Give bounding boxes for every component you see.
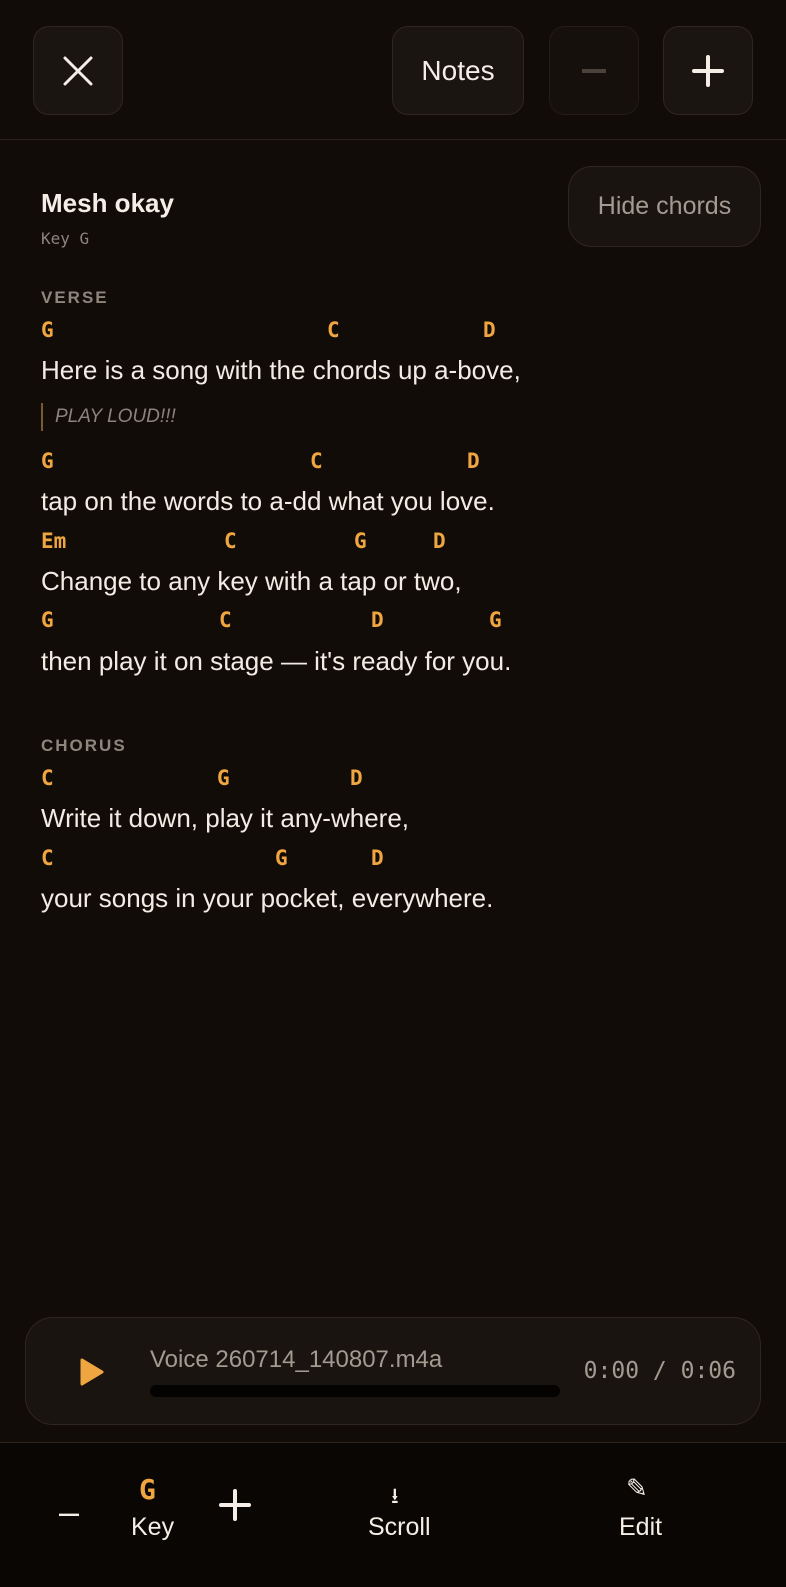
chord-row: Em C G D <box>41 529 741 555</box>
key-up-button[interactable] <box>219 1489 251 1521</box>
close-icon <box>63 56 93 85</box>
minus-icon <box>582 68 606 73</box>
chord[interactable]: C <box>310 449 323 473</box>
key-label: Key <box>131 1513 175 1541</box>
playback-progress[interactable] <box>150 1385 560 1397</box>
key-down-button[interactable]: – <box>56 1491 82 1533</box>
lyric-line[interactable]: Write it down, play it any-where, <box>41 803 409 834</box>
chord[interactable]: C <box>327 318 340 342</box>
plus-icon <box>692 54 724 87</box>
edit-label[interactable]: Edit <box>619 1513 662 1542</box>
lyric-line[interactable]: your songs in your pocket, everywhere. <box>41 883 493 914</box>
chord-row: C G D <box>41 846 741 872</box>
chord-row: G C D <box>41 449 741 475</box>
scroll-icon[interactable]: ⭳ <box>391 1479 399 1517</box>
song-header: Mesh okay Key G <box>41 188 174 248</box>
chord[interactable]: G <box>41 318 54 342</box>
hide-chords-button[interactable]: Hide chords <box>568 166 761 247</box>
edit-icon[interactable]: ✎ <box>626 1473 648 1504</box>
close-button[interactable] <box>33 26 123 115</box>
chord-row: G C D <box>41 318 741 344</box>
top-toolbar: Notes <box>0 0 786 140</box>
chord[interactable]: C <box>224 529 237 553</box>
section-label-chorus: CHORUS <box>41 736 127 755</box>
chord[interactable]: G <box>41 449 54 473</box>
chord[interactable]: D <box>371 846 384 870</box>
decrease-size-button[interactable] <box>549 26 639 115</box>
notes-button[interactable]: Notes <box>392 26 524 115</box>
chord[interactable]: D <box>371 608 384 632</box>
lyric-line[interactable]: Change to any key with a tap or two, <box>41 566 462 597</box>
playback-time: 0:00 / 0:06 <box>583 1358 736 1384</box>
chord[interactable]: G <box>217 766 230 790</box>
section-label-verse: VERSE <box>41 288 109 307</box>
increase-size-button[interactable] <box>663 26 753 115</box>
song-key: Key G <box>41 229 90 248</box>
lyric-line[interactable]: tap on the words to a-dd what you love. <box>41 486 495 517</box>
voice-file-name: Voice 260714_140807.m4a <box>150 1346 443 1373</box>
current-key: G <box>139 1473 156 1506</box>
chord[interactable]: G <box>41 608 54 632</box>
play-icon[interactable] <box>76 1356 106 1388</box>
chord[interactable]: C <box>41 766 54 790</box>
voice-memo-player: Voice 260714_140807.m4a 0:00 / 0:06 <box>25 1317 761 1425</box>
chord[interactable]: D <box>433 529 446 553</box>
chord[interactable]: G <box>354 529 367 553</box>
chord[interactable]: D <box>350 766 363 790</box>
chord[interactable]: G <box>275 846 288 870</box>
performance-note: PLAY LOUD!!! <box>41 403 176 431</box>
chord[interactable]: G <box>489 608 502 632</box>
lyric-line[interactable]: Here is a song with the chords up a-bove… <box>41 355 521 386</box>
song-title: Mesh okay <box>41 188 174 218</box>
bottom-bar: – G Key ⭳ Scroll ✎ Edit <box>0 1442 786 1587</box>
lyric-line[interactable]: then play it on stage — it's ready for y… <box>41 646 511 677</box>
notes-label: Notes <box>421 54 495 86</box>
chord[interactable]: C <box>219 608 232 632</box>
chord[interactable]: D <box>467 449 480 473</box>
chord-row: C G D <box>41 766 741 792</box>
chord-row: G C D G <box>41 608 741 634</box>
chord[interactable]: Em <box>41 529 66 553</box>
scroll-label[interactable]: Scroll <box>368 1513 431 1542</box>
chord[interactable]: D <box>483 318 496 342</box>
chord[interactable]: C <box>41 846 54 870</box>
